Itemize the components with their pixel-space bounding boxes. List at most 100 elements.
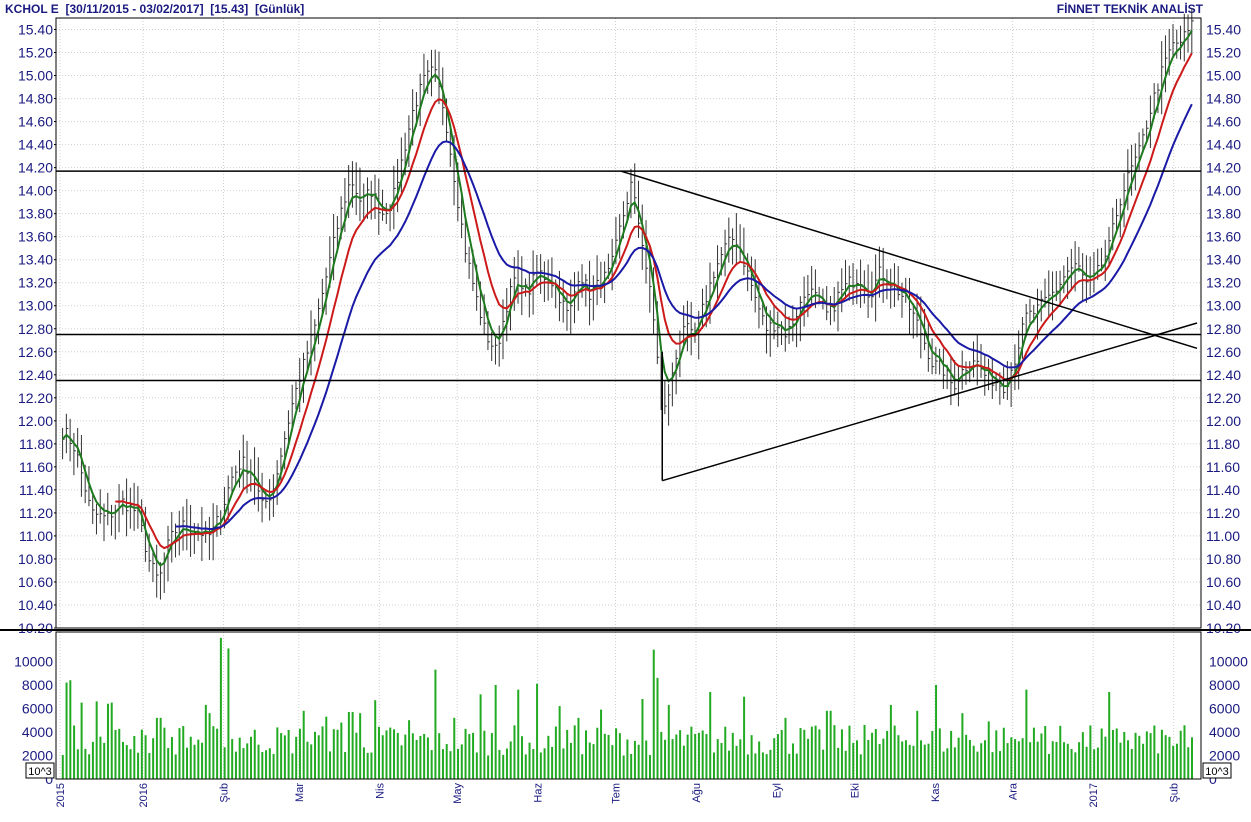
volume-bar xyxy=(1119,742,1122,779)
volume-bar xyxy=(280,733,283,779)
volume-bar xyxy=(840,729,843,779)
volume-bar xyxy=(961,713,964,779)
volume-bar xyxy=(253,729,256,779)
volume-bar xyxy=(799,728,802,779)
y-tick-label-left: 10.80 xyxy=(18,551,53,567)
volume-bar xyxy=(931,731,934,779)
volume-bar xyxy=(1142,743,1145,779)
volume-bar xyxy=(295,736,298,779)
volume-bar xyxy=(1021,738,1024,779)
volume-bar xyxy=(73,725,76,779)
volume-bar xyxy=(596,727,599,779)
volume-bar xyxy=(377,726,380,779)
volume-bar xyxy=(201,742,204,779)
volume-bar xyxy=(178,728,181,779)
volume-bar xyxy=(761,752,764,779)
volume-bar xyxy=(370,752,373,779)
y-tick-label-right: 13.80 xyxy=(1206,206,1241,222)
x-tick-label: Şub xyxy=(219,783,231,803)
volume-bar xyxy=(95,701,98,779)
volume-bar xyxy=(709,691,712,779)
volume-bar xyxy=(912,745,915,779)
stock-chart[interactable]: 15.40 15.40 15.20 15.20 15.00 15.00 14.80 14.80… xyxy=(0,0,1251,822)
volume-bar xyxy=(562,748,565,779)
volume-bar xyxy=(720,742,723,779)
volume-bar xyxy=(554,726,557,779)
volume-bar xyxy=(472,732,475,779)
volume-bar xyxy=(521,736,524,779)
axis-ticks: 15.40 15.40 15.20 15.20 15.00 15.00 14.80 14.80… xyxy=(14,22,1248,808)
volume-bar xyxy=(408,720,411,779)
volume-bar xyxy=(1044,726,1047,779)
volume-bar xyxy=(603,733,606,779)
volume-bar xyxy=(807,738,810,779)
volume-bar xyxy=(731,732,734,779)
volume-bar xyxy=(792,743,795,779)
volume-bar xyxy=(946,748,949,779)
volume-bar xyxy=(61,755,64,779)
volume-bar xyxy=(995,730,998,779)
volume-bar xyxy=(1168,736,1171,779)
volume-bar xyxy=(566,729,569,779)
volume-bar xyxy=(637,744,640,779)
y-tick-label-right: 10.20 xyxy=(1206,620,1241,636)
volume-bar xyxy=(743,696,746,779)
volume-bar xyxy=(547,735,550,779)
volume-bar xyxy=(1127,740,1130,779)
y-tick-label-left: 15.20 xyxy=(18,45,53,61)
volume-bar xyxy=(1014,739,1017,779)
y-tick-label-left: 11.80 xyxy=(19,436,53,452)
volume-bar xyxy=(155,717,158,779)
volume-bar xyxy=(645,740,648,779)
volume-bar xyxy=(856,740,859,779)
volume-bar xyxy=(1070,748,1073,779)
volume-bar xyxy=(152,738,155,779)
volume-bar xyxy=(1115,728,1118,779)
volume-bar xyxy=(204,704,207,779)
volume-bar xyxy=(543,748,546,779)
volume-bar xyxy=(1138,735,1141,779)
volume-bar xyxy=(140,729,143,779)
volume-bar xyxy=(1081,732,1084,779)
y-tick-label-right: 15.00 xyxy=(1206,68,1241,84)
volume-bar xyxy=(942,751,945,779)
volume-bar xyxy=(336,729,339,779)
volume-bar xyxy=(588,742,591,779)
volume-bar xyxy=(468,734,471,779)
volume-bar xyxy=(1100,728,1103,779)
y-tick-label-left: 13.60 xyxy=(18,229,53,245)
volume-bar xyxy=(746,754,749,779)
volume-bar xyxy=(385,730,388,779)
volume-bar xyxy=(321,726,324,779)
volume-bar xyxy=(148,753,151,779)
y-tick-label-left: 12.40 xyxy=(18,367,53,383)
volume-bar xyxy=(415,739,418,779)
y-tick-label-left: 11.60 xyxy=(19,459,53,475)
y-tick-label-left: 12.00 xyxy=(18,413,53,429)
volume-bar xyxy=(99,736,102,779)
volume-bar xyxy=(509,741,512,779)
volume-bar xyxy=(1074,752,1077,779)
volume-bar xyxy=(1017,741,1020,779)
volume-bar xyxy=(1183,725,1186,779)
volume-bar xyxy=(539,752,542,779)
volume-bar xyxy=(298,728,301,779)
volume-bar xyxy=(1111,730,1114,779)
volume-bar xyxy=(697,732,700,779)
vol-tick-label-right: 4000 xyxy=(1209,724,1240,740)
volume-bar xyxy=(724,726,727,779)
volume-bar xyxy=(347,711,350,779)
x-tick-label: 2015 xyxy=(55,783,67,807)
volume-bar xyxy=(818,729,821,779)
volume-bar xyxy=(1059,725,1062,779)
vol-tick-label-left: 8000 xyxy=(22,677,53,693)
x-tick-label: 2016 xyxy=(138,783,150,807)
volume-bar xyxy=(366,752,369,779)
volume-bar xyxy=(487,755,490,779)
volume-bar xyxy=(833,725,836,779)
volume-bar xyxy=(494,684,497,779)
x-tick-label: Nis xyxy=(374,783,386,799)
volume-bar xyxy=(950,730,953,779)
volume-bar xyxy=(551,746,554,779)
x-tick-label: Ara xyxy=(1008,782,1020,800)
